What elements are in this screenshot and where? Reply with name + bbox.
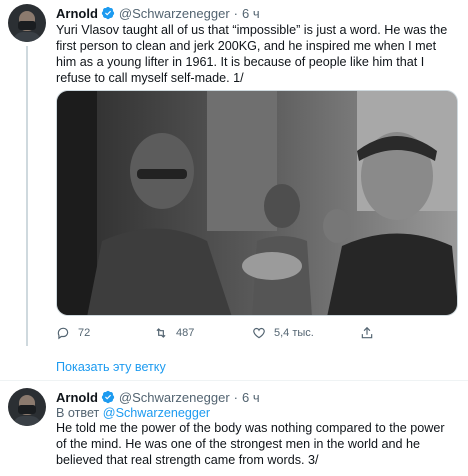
author-name[interactable]: Arnold — [56, 6, 98, 21]
reply-icon — [57, 327, 69, 340]
share-icon — [361, 326, 373, 339]
author-handle[interactable]: @Schwarzenegger — [119, 390, 230, 405]
tweet-text: He told me the power of the body was not… — [56, 421, 445, 467]
header-separator: · — [233, 5, 238, 21]
tweet-actions: 72 487 5,4 тыс. — [56, 326, 456, 344]
show-thread-link[interactable]: Показать эту ветку — [56, 360, 166, 374]
author-name[interactable]: Arnold — [56, 390, 98, 405]
share-action[interactable] — [360, 326, 382, 340]
like-action[interactable]: 5,4 тыс. — [252, 326, 314, 340]
tweet-header: Arnold @Schwarzenegger · 6 ч — [56, 4, 260, 22]
header-separator: · — [233, 389, 238, 405]
tweet-photo[interactable] — [56, 90, 458, 316]
verified-badge-icon — [101, 6, 115, 20]
photo-image — [57, 91, 457, 315]
avatar[interactable] — [8, 388, 46, 426]
like-icon — [253, 327, 265, 339]
retweet-action[interactable]: 487 — [154, 326, 194, 340]
tweet[interactable]: Arnold @Schwarzenegger · 6 ч Yuri Vlasov… — [0, 0, 468, 352]
tweet-divider — [0, 380, 468, 381]
thread-connector-line — [26, 46, 28, 346]
reply-count: 72 — [78, 327, 91, 339]
author-handle[interactable]: @Schwarzenegger — [119, 6, 230, 21]
reply-prefix: В ответ — [56, 406, 100, 420]
reply-action[interactable]: 72 — [56, 326, 90, 340]
like-count: 5,4 тыс. — [274, 327, 314, 339]
reply-mention-link[interactable]: @Schwarzenegger — [103, 406, 210, 420]
reply-context: В ответ @Schwarzenegger — [56, 406, 210, 420]
tweet-text: Yuri Vlasov taught all of us that “impos… — [56, 23, 448, 85]
tweet-timestamp[interactable]: 6 ч — [242, 390, 260, 405]
tweet-timestamp[interactable]: 6 ч — [242, 6, 260, 21]
retweet-icon — [156, 328, 166, 338]
tweet-header: Arnold @Schwarzenegger · 6 ч — [56, 388, 260, 406]
verified-badge-icon — [101, 390, 115, 404]
avatar[interactable] — [8, 4, 46, 42]
retweet-count: 487 — [176, 327, 195, 339]
